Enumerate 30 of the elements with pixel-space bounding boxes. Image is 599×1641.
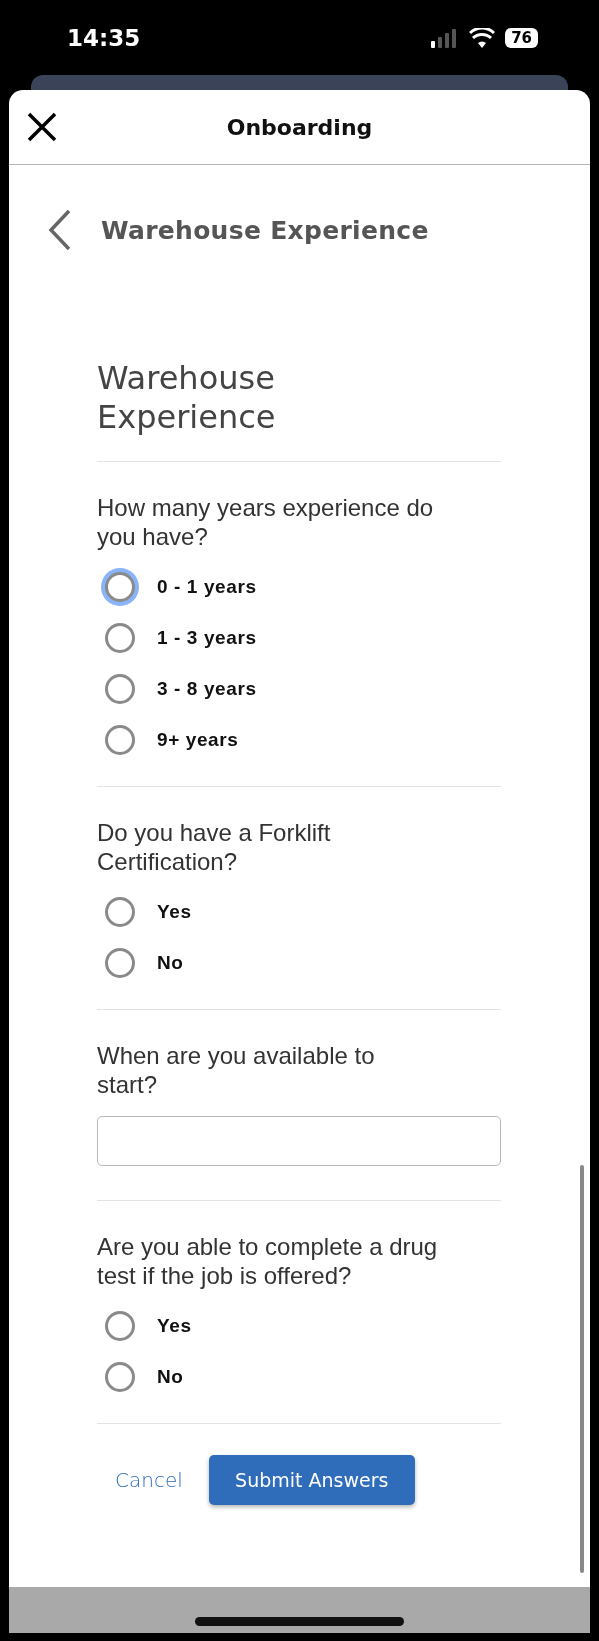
option-label: No: [157, 1365, 184, 1388]
question-text: How many years experience do you have?: [97, 493, 435, 551]
radio-button[interactable]: [105, 1361, 135, 1392]
back-title: Warehouse Experience: [101, 215, 429, 245]
page-title: Warehouse Experience: [97, 359, 277, 437]
radio-button[interactable]: [105, 673, 135, 704]
cancel-button[interactable]: Cancel: [115, 1468, 183, 1492]
header-title: Onboarding: [226, 114, 373, 140]
option-label: No: [157, 951, 184, 974]
option-label: Yes: [157, 900, 192, 923]
battery-level: 76: [505, 27, 538, 48]
question-text: Do you have a Forklift Certification?: [97, 818, 332, 876]
option-label: 3 - 8 years: [157, 677, 257, 700]
option-label: 9+ years: [157, 728, 239, 751]
radio-button[interactable]: [105, 1310, 135, 1341]
radio-button[interactable]: [105, 947, 135, 978]
close-button[interactable]: [25, 110, 59, 144]
option-label: 0 - 1 years: [157, 575, 257, 598]
radio-button[interactable]: [105, 724, 135, 755]
question-text: Are you able to complete a drug test if the job is offered?: [97, 1232, 439, 1290]
radio-button[interactable]: [105, 622, 135, 653]
wifi-icon: [469, 27, 496, 48]
status-time: 14:35: [67, 24, 141, 51]
option-label: Yes: [157, 1314, 192, 1337]
close-icon: [25, 110, 59, 144]
input-field[interactable]: [97, 1116, 501, 1166]
submit-button[interactable]: Submit Answers: [208, 1455, 415, 1505]
option-label: 1 - 3 years: [157, 626, 257, 649]
question-text: When are you available to start?: [97, 1041, 376, 1099]
radio-button[interactable]: [105, 896, 135, 927]
